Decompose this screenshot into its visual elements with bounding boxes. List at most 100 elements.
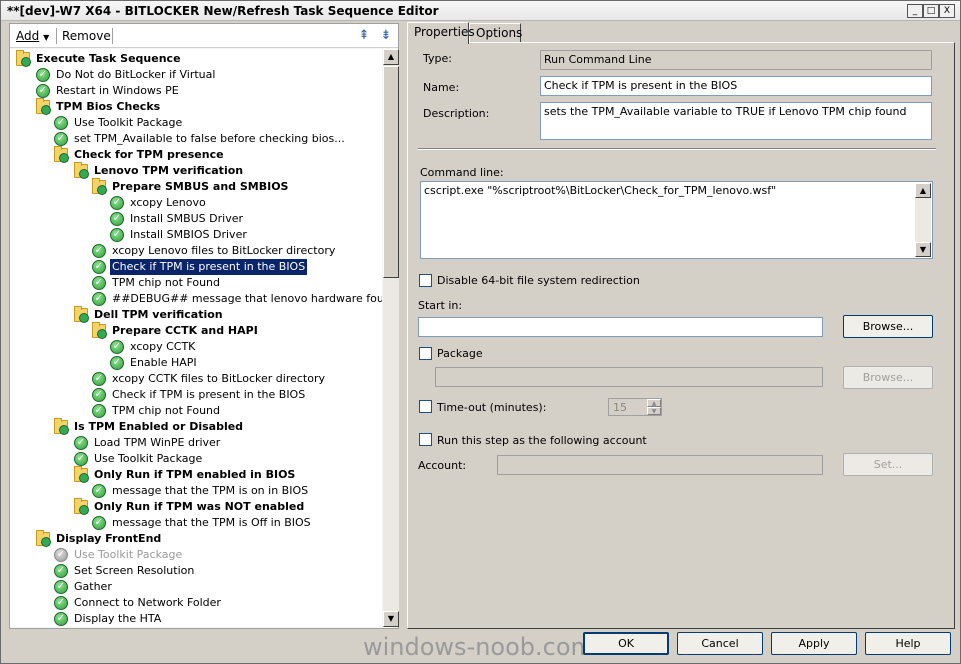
checkmark-icon: ✓ — [54, 580, 68, 594]
type-field: Run Command Line — [540, 50, 932, 70]
package-field — [435, 367, 823, 387]
tree-item-label: ##DEBUG## message that lenovo hardware f… — [112, 292, 382, 305]
cancel-button[interactable]: Cancel — [677, 632, 763, 655]
tree-item-label: Restart in Windows PE — [56, 84, 179, 97]
timeout-label: Time-out (minutes): — [437, 401, 547, 414]
window-title: **[dev]-W7 X64 - BITLOCKER New/Refresh T… — [7, 4, 439, 18]
command-line-text: cscript.exe "%scriptroot%\BitLocker\Chec… — [424, 184, 777, 197]
scroll-up-icon[interactable]: ▲ — [915, 183, 931, 198]
folder-icon — [92, 178, 107, 195]
checkmark-icon: ✓ — [54, 596, 68, 610]
package-checkbox[interactable] — [419, 347, 432, 360]
folder-icon — [54, 146, 69, 163]
apply-button[interactable]: Apply — [771, 632, 857, 655]
tree-item-label: Display FrontEnd — [56, 532, 162, 545]
account-label: Account: — [418, 459, 467, 472]
tree-item-label: xcopy CCTK files to BitLocker directory — [112, 372, 325, 385]
checkmark-icon: ✓ — [92, 388, 106, 402]
tab-strip: Properties Options — [407, 22, 957, 44]
name-label: Name: — [423, 81, 460, 94]
minimize-button[interactable]: _ — [907, 4, 923, 18]
tab-options[interactable]: Options — [469, 23, 522, 43]
checkmark-icon: ✓ — [54, 132, 68, 146]
browse-button[interactable]: Browse... — [843, 315, 933, 338]
scroll-thumb[interactable] — [383, 66, 399, 278]
folder-icon — [74, 306, 89, 323]
section-divider — [418, 148, 936, 150]
move-down-icon[interactable]: ⇟ — [378, 28, 394, 44]
task-sequence-editor-window: **[dev]-W7 X64 - BITLOCKER New/Refresh T… — [0, 0, 961, 664]
tree-item-label: Do Not do BitLocker if Virtual — [56, 68, 216, 81]
tree-item-label: Enable HAPI — [130, 356, 197, 369]
add-menu-button[interactable]: Add ▼ — [16, 29, 49, 43]
command-line-scrollbar[interactable]: ▲ ▼ — [915, 183, 931, 257]
toolbar-divider — [56, 28, 57, 44]
task-sequence-tree[interactable]: Execute Task Sequence ✓ Do Not do BitLocke… — [10, 49, 382, 627]
tree-item-label: TPM chip not Found — [112, 404, 220, 417]
tree-scrollbar[interactable]: ▲ ▼ — [383, 49, 399, 627]
chevron-down-icon: ▼ — [43, 33, 50, 42]
tree-item-label: Dell TPM verification — [94, 308, 223, 321]
tree-item-label: Lenovo TPM verification — [94, 164, 244, 177]
checkmark-icon: ✓ — [92, 276, 106, 290]
tree-item-label: TPM chip not Found — [112, 276, 220, 289]
scroll-down-icon[interactable]: ▼ — [915, 242, 931, 257]
package-label: Package — [437, 347, 483, 360]
checkmark-icon: ✓ — [54, 564, 68, 578]
tree-item-label: xcopy Lenovo files to BitLocker director… — [112, 244, 336, 257]
tree-item-label: message that the TPM is Off in BIOS — [112, 516, 311, 529]
tree-item-label: Connect to Network Folder — [74, 596, 221, 609]
name-field[interactable]: Check if TPM is present in the BIOS — [540, 76, 932, 96]
tree-item-label: Use Toolkit Package — [74, 116, 183, 129]
checkmark-icon: ✓ — [36, 84, 50, 98]
close-button[interactable]: X — [939, 4, 955, 18]
tree-item-label: Prepare SMBUS and SMBIOS — [112, 180, 289, 193]
tab-properties[interactable]: Properties — [407, 22, 475, 44]
checkmark-icon: ✓ — [92, 292, 106, 306]
timeout-checkbox[interactable] — [419, 400, 432, 413]
scroll-up-icon[interactable]: ▲ — [383, 49, 399, 65]
checkmark-icon: ✓ — [92, 484, 106, 498]
run-as-checkbox[interactable] — [419, 433, 432, 446]
tree-item-label: Install SMBUS Driver — [130, 212, 244, 225]
tree-item-label: message that the TPM is on in BIOS — [112, 484, 309, 497]
checkmark-icon: ✓ — [54, 548, 68, 562]
tree-item-label: Check for TPM presence — [74, 148, 224, 161]
tree-toolbar: Add ▼ Remove ⇞ ⇟ — [10, 24, 398, 48]
tree-item-label: Use Toolkit Package — [94, 452, 203, 465]
checkmark-icon: ✓ — [92, 404, 106, 418]
folder-icon — [74, 162, 89, 179]
tree-item-label: Check if TPM is present in the BIOS — [110, 259, 308, 275]
start-in-label: Start in: — [418, 299, 463, 312]
tree-item-label: Prepare CCTK and HAPI — [112, 324, 258, 337]
folder-icon — [74, 466, 89, 483]
checkmark-icon: ✓ — [92, 516, 106, 530]
folder-icon — [36, 530, 51, 547]
title-bar[interactable]: **[dev]-W7 X64 - BITLOCKER New/Refresh T… — [1, 1, 960, 21]
description-field[interactable]: sets the TPM_Available variable to TRUE … — [540, 102, 932, 140]
timeout-stepper: 15 ▲ ▼ — [608, 398, 662, 416]
ok-button[interactable]: OK — [583, 632, 669, 655]
tree-item-label: xcopy CCTK — [130, 340, 196, 353]
scroll-down-icon[interactable]: ▼ — [383, 611, 399, 627]
checkmark-icon: ✓ — [92, 244, 106, 258]
timeout-value: 15 — [613, 401, 627, 414]
command-line-field[interactable]: cscript.exe "%scriptroot%\BitLocker\Chec… — [420, 181, 933, 259]
checkmark-icon: ✓ — [74, 436, 88, 450]
spin-up-icon: ▲ — [647, 399, 661, 407]
maximize-button[interactable]: □ — [923, 4, 939, 18]
checkmark-icon: ✓ — [36, 68, 50, 82]
tree-item-label: Execute Task Sequence — [36, 52, 181, 65]
type-label: Type: — [423, 52, 452, 65]
task-sequence-pane: Add ▼ Remove ⇞ ⇟ Execute Task Sequence ✓ D… — [9, 23, 399, 629]
tree-item-label: Is TPM Enabled or Disabled — [74, 420, 244, 433]
start-in-field[interactable] — [418, 317, 823, 337]
tree-item-label: Load TPM WinPE driver — [94, 436, 221, 449]
tree-item-label: Gather — [74, 580, 112, 593]
disable-redirection-checkbox[interactable] — [419, 274, 432, 287]
folder-icon — [74, 498, 89, 515]
move-up-icon[interactable]: ⇞ — [356, 28, 372, 44]
help-button[interactable]: Help — [865, 632, 951, 655]
remove-button[interactable]: Remove — [62, 29, 111, 43]
tree-item-label: set TPM_Available to false before checki… — [74, 132, 345, 145]
